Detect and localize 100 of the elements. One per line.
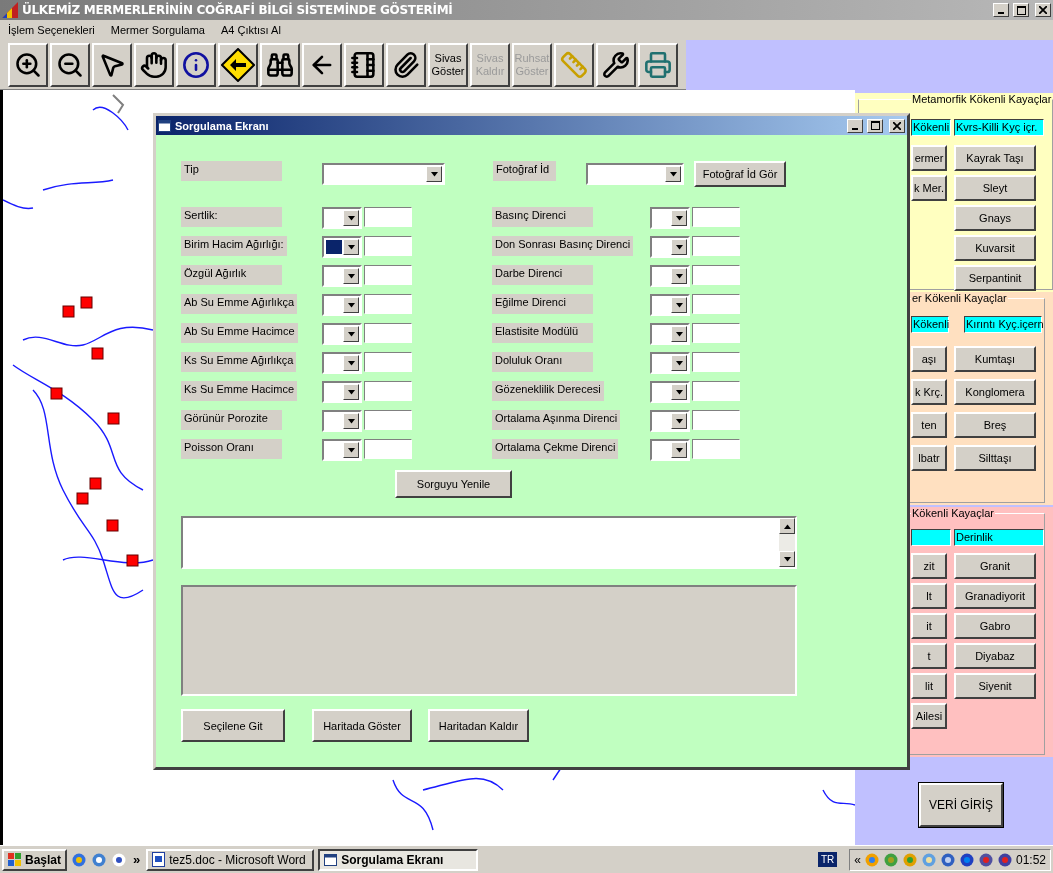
dropdown[interactable] xyxy=(650,439,690,461)
close-button[interactable] xyxy=(1035,3,1051,17)
input-field[interactable] xyxy=(692,207,740,227)
text-field[interactable]: Derinlik xyxy=(954,529,1044,546)
text-field[interactable]: Kökenli xyxy=(911,119,951,136)
toolbar-button[interactable] xyxy=(8,42,48,87)
tray-icon[interactable] xyxy=(863,851,880,868)
toolbar-button[interactable] xyxy=(302,42,342,87)
dropdown[interactable] xyxy=(650,265,690,287)
dropdown[interactable] xyxy=(322,323,362,345)
dropdown[interactable] xyxy=(322,410,362,432)
rock-button[interactable]: lbatr xyxy=(911,445,947,471)
action-button[interactable]: Seçilene Git xyxy=(181,709,285,742)
rock-button[interactable]: Kumtaşı xyxy=(954,346,1036,372)
toolbar-button[interactable] xyxy=(134,42,174,87)
task-button[interactable]: tez5.doc - Microsoft Word xyxy=(146,848,315,871)
input-field[interactable] xyxy=(692,294,740,314)
toolbar-button[interactable]: Sivas Göster xyxy=(428,42,468,87)
maximize-button[interactable] xyxy=(867,118,883,133)
dropdown[interactable] xyxy=(650,236,690,258)
rock-button[interactable]: lit xyxy=(911,673,947,699)
more-chevron[interactable]: » xyxy=(131,852,143,867)
rock-button[interactable]: k Mer. xyxy=(911,175,947,201)
browser-icon[interactable] xyxy=(71,851,88,868)
rock-button[interactable]: k Krç. xyxy=(911,379,947,405)
toolbar-button[interactable] xyxy=(92,42,132,87)
toolbar-button[interactable] xyxy=(554,42,594,87)
rock-button[interactable]: Gnays xyxy=(954,205,1036,231)
text-field[interactable]: Kvrs-Killi Kyç içr. xyxy=(954,119,1044,136)
rock-button[interactable]: Siyenit xyxy=(954,673,1036,699)
rock-button[interactable]: it xyxy=(911,613,947,639)
input-field[interactable] xyxy=(364,236,412,256)
tray-icon[interactable] xyxy=(977,851,994,868)
rock-button[interactable]: ermer xyxy=(911,145,947,171)
toolbar-button[interactable] xyxy=(50,42,90,87)
action-button[interactable]: Haritada Göster xyxy=(312,709,412,742)
dropdown[interactable] xyxy=(322,207,362,229)
tray-expand-chevron[interactable]: « xyxy=(854,852,861,867)
rock-button[interactable]: Kayrak Taşı xyxy=(954,145,1036,171)
input-field[interactable] xyxy=(364,265,412,285)
minimize-button[interactable] xyxy=(847,118,863,133)
rock-button[interactable]: Gabro xyxy=(954,613,1036,639)
dropdown[interactable] xyxy=(322,439,362,461)
tray-icon[interactable] xyxy=(958,851,975,868)
dropdown[interactable] xyxy=(322,265,362,287)
task-button[interactable]: Sorgulama Ekranı xyxy=(318,848,479,871)
quick-launch-icon[interactable] xyxy=(91,851,108,868)
rock-button[interactable]: zit xyxy=(911,553,947,579)
rock-button[interactable]: Granadiyorit xyxy=(954,583,1036,609)
dropdown[interactable] xyxy=(586,163,684,185)
start-button[interactable]: Başlat xyxy=(2,848,68,871)
language-indicator[interactable]: TR xyxy=(817,852,838,867)
rock-button[interactable]: Ailesi xyxy=(911,703,947,729)
dropdown[interactable] xyxy=(322,381,362,403)
photo-id-button[interactable]: Fotoğraf İd Gör xyxy=(694,161,786,187)
toolbar-button[interactable] xyxy=(176,42,216,87)
input-field[interactable] xyxy=(692,323,740,343)
toolbar-button[interactable] xyxy=(260,42,300,87)
text-area[interactable] xyxy=(181,516,797,569)
dropdown[interactable] xyxy=(322,294,362,316)
dropdown[interactable] xyxy=(650,381,690,403)
input-field[interactable] xyxy=(364,439,412,459)
rock-button[interactable]: Granit xyxy=(954,553,1036,579)
rock-button[interactable]: Sleyt xyxy=(954,175,1036,201)
input-field[interactable] xyxy=(692,352,740,372)
rock-button[interactable]: lt xyxy=(911,583,947,609)
input-field[interactable] xyxy=(364,294,412,314)
dropdown[interactable] xyxy=(650,352,690,374)
tray-icon[interactable] xyxy=(996,851,1013,868)
tray-icon[interactable] xyxy=(939,851,956,868)
rock-button[interactable]: t xyxy=(911,643,947,669)
rock-button[interactable]: aşı xyxy=(911,346,947,372)
toolbar-button[interactable] xyxy=(344,42,384,87)
input-field[interactable] xyxy=(692,381,740,401)
rock-button[interactable]: Konglomera xyxy=(954,379,1036,405)
toolbar-button[interactable] xyxy=(638,42,678,87)
rock-button[interactable]: Silttaşı xyxy=(954,445,1036,471)
dropdown[interactable] xyxy=(650,294,690,316)
input-field[interactable] xyxy=(364,410,412,430)
input-field[interactable] xyxy=(692,236,740,256)
rock-button[interactable]: ten xyxy=(911,412,947,438)
dropdown[interactable] xyxy=(322,236,362,258)
rock-button[interactable]: Kuvarsit xyxy=(954,235,1036,261)
input-field[interactable] xyxy=(364,323,412,343)
input-field[interactable] xyxy=(364,352,412,372)
menu-item[interactable]: İşlem Seçenekleri xyxy=(2,22,101,38)
rock-button[interactable]: Serpantinit xyxy=(954,265,1036,291)
toolbar-button[interactable] xyxy=(218,42,258,87)
input-field[interactable] xyxy=(692,265,740,285)
input-field[interactable] xyxy=(364,207,412,227)
toolbar-button[interactable] xyxy=(386,42,426,87)
dropdown[interactable] xyxy=(650,207,690,229)
maximize-button[interactable] xyxy=(1013,3,1029,17)
close-button[interactable] xyxy=(889,118,905,133)
minimize-button[interactable] xyxy=(993,3,1009,17)
rock-button[interactable]: Breş xyxy=(954,412,1036,438)
data-entry-button[interactable]: VERİ GİRİŞ xyxy=(919,783,1003,827)
list-box[interactable] xyxy=(181,585,797,696)
dropdown[interactable] xyxy=(650,323,690,345)
input-field[interactable] xyxy=(692,439,740,459)
